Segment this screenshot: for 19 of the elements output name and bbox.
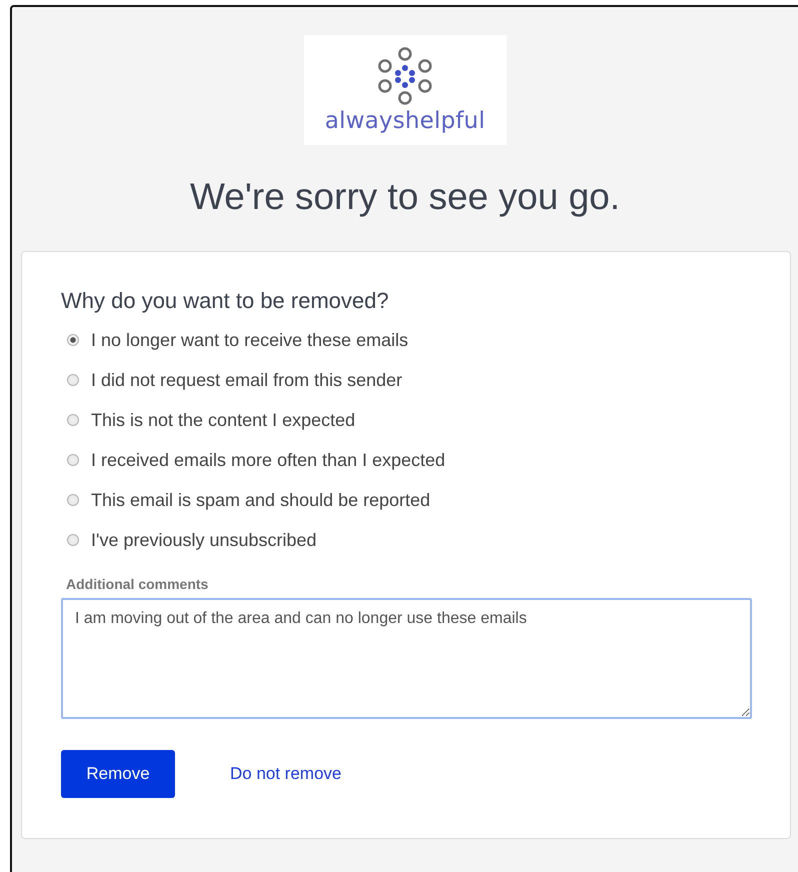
reason-label[interactable]: This is not the content I expected [91,410,356,431]
reason-label[interactable]: I did not request email from this sender [91,370,402,391]
radio-button[interactable] [67,534,79,546]
comments-label: Additional comments [66,576,210,592]
logo-text: alwayshelpful [324,108,486,134]
cancel-link[interactable]: Do not remove [230,764,342,784]
remove-button[interactable]: Remove [61,750,175,798]
reason-label[interactable]: I received emails more often than I expected [91,450,446,471]
comments-field[interactable]: I am moving out of the area and can no longer use these emails [61,598,752,720]
radio-button[interactable] [67,334,79,346]
radio-button[interactable] [67,374,79,386]
radio-button[interactable] [67,454,79,466]
reason-label[interactable]: I no longer want to receive these emails [91,330,408,351]
radio-button[interactable] [67,494,79,506]
reason-label[interactable]: I've previously unsubscribed [91,530,317,551]
radio-button[interactable] [67,414,79,426]
reason-label[interactable]: This email is spam and should be reported [91,490,430,511]
page-title: We're sorry to see you go. [190,175,620,219]
question-heading: Why do you want to be removed? [61,288,390,314]
